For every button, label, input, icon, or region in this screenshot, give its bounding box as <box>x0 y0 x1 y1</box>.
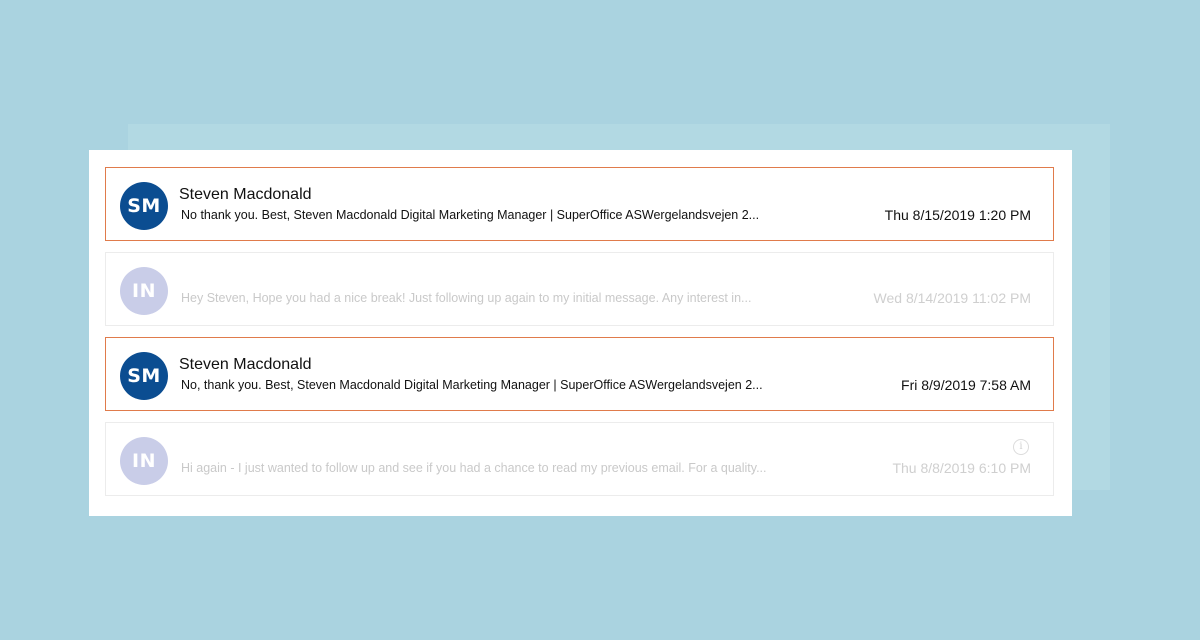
avatar: SM <box>120 182 168 230</box>
avatar: IN <box>120 437 168 485</box>
email-row[interactable]: SM Steven Macdonald No, thank you. Best,… <box>105 337 1054 411</box>
sender-name: Steven Macdonald <box>179 186 312 203</box>
avatar: SM <box>120 352 168 400</box>
email-preview: Hey Steven, Hope you had a nice break! J… <box>181 291 752 305</box>
email-list: SM Steven Macdonald No thank you. Best, … <box>89 150 1072 516</box>
email-row[interactable]: IN i Hi again - I just wanted to follow … <box>105 422 1054 496</box>
email-date: Thu 8/15/2019 1:20 PM <box>884 207 1031 223</box>
email-row[interactable]: IN Hey Steven, Hope you had a nice break… <box>105 252 1054 326</box>
email-row[interactable]: SM Steven Macdonald No thank you. Best, … <box>105 167 1054 241</box>
email-preview: Hi again - I just wanted to follow up an… <box>181 461 767 475</box>
sender-name: Steven Macdonald <box>179 356 312 373</box>
email-date: Fri 8/9/2019 7:58 AM <box>901 377 1031 393</box>
avatar: IN <box>120 267 168 315</box>
email-preview: No thank you. Best, Steven Macdonald Dig… <box>181 208 760 222</box>
email-date: Wed 8/14/2019 11:02 PM <box>873 290 1031 306</box>
info-icon[interactable]: i <box>1013 439 1029 455</box>
email-preview: No, thank you. Best, Steven Macdonald Di… <box>181 378 763 392</box>
email-date: Thu 8/8/2019 6:10 PM <box>892 460 1031 476</box>
